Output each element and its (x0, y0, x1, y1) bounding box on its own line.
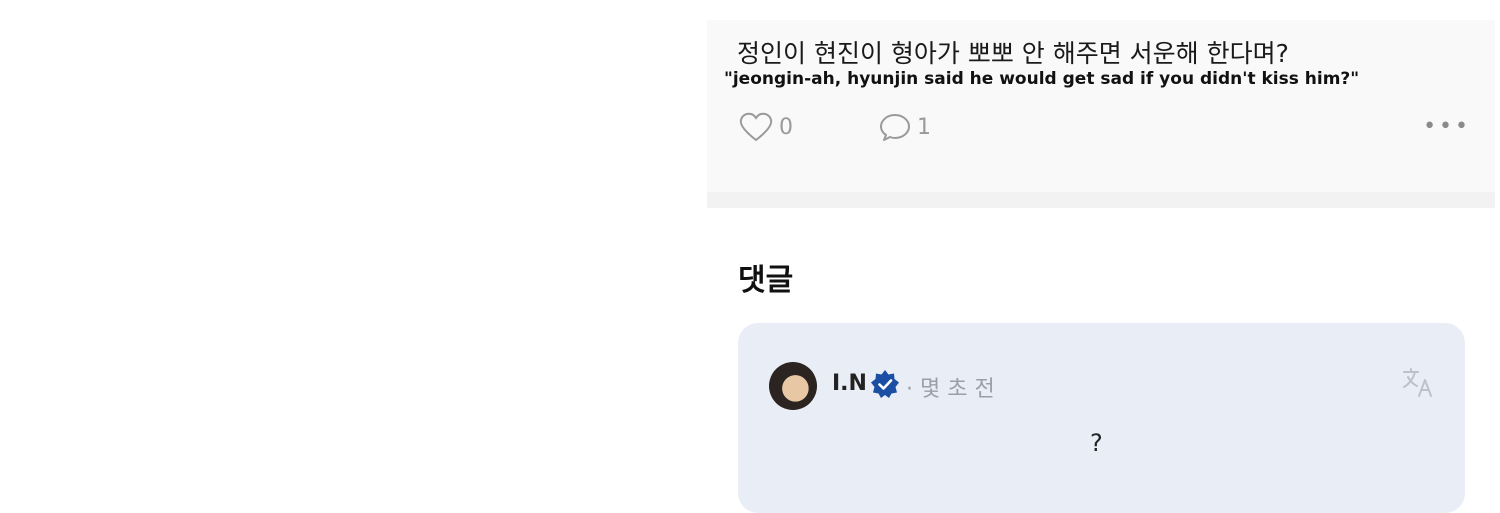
like-button[interactable]: 0 (739, 112, 793, 142)
post-card: 정인이 현진이 형아가 뽀뽀 안 해주면 서운해 한다며? "jeongin-a… (707, 20, 1495, 192)
comment-timestamp: · 몇 초 전 (906, 377, 995, 402)
comment-bubble-icon (880, 114, 910, 141)
verified-badge-icon (871, 370, 899, 398)
post-translation-caption: "jeongin-ah, hyunjin said he would get s… (724, 69, 1360, 89)
avatar[interactable] (769, 362, 817, 410)
translate-icon[interactable] (1401, 365, 1435, 399)
comment-text: ? (1090, 429, 1103, 457)
comment-count: 1 (917, 114, 931, 140)
post-actions-bar: 0 1 ••• (739, 112, 1479, 146)
comments-heading: 댓글 (738, 263, 794, 298)
more-options-button[interactable]: ••• (1423, 116, 1471, 138)
comment-button[interactable]: 1 (879, 112, 931, 142)
post-text: 정인이 현진이 형아가 뽀뽀 안 해주면 서운해 한다며? (737, 39, 1289, 68)
comment-author[interactable]: I.N (832, 371, 867, 396)
comment-item: I.N · 몇 초 전 ? (738, 323, 1465, 513)
heart-icon (739, 112, 773, 142)
section-divider (707, 192, 1495, 208)
like-count: 0 (779, 114, 793, 140)
